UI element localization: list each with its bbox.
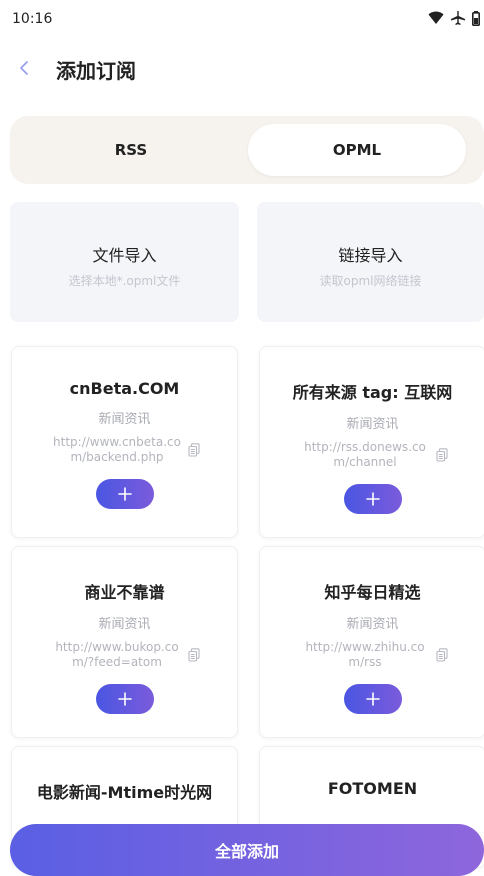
feed-card-cnbeta: cnBeta.COM 新闻资讯 http://www.cnbeta.com/ba… — [11, 346, 238, 538]
plus-icon — [365, 492, 380, 506]
source-type-tabs: RSS OPML — [10, 116, 484, 184]
status-bar: 10:16 — [0, 0, 484, 40]
add-feed-button[interactable] — [95, 684, 154, 714]
feed-name: 电影新闻-Mtime时光网 — [36, 783, 213, 802]
feed-url: http://www.zhihu.com/rss — [305, 640, 425, 669]
link-import-title: 链接导入 — [338, 246, 403, 265]
file-import-card[interactable]: 文件导入 选择本地*.opml文件 — [10, 202, 239, 322]
feed-name: FOTOMEN — [327, 779, 418, 798]
add-all-button[interactable]: 全部添加 — [10, 824, 484, 876]
copy-icon[interactable] — [188, 443, 200, 457]
chevron-left-icon — [20, 61, 28, 75]
status-time: 10:16 — [12, 11, 53, 27]
copy-icon[interactable] — [436, 648, 448, 662]
feed-category: 新闻资讯 — [98, 412, 151, 427]
feed-url: http://www.cnbeta.com/backend.php — [53, 435, 181, 464]
tab-rss[interactable]: RSS — [18, 124, 244, 176]
wifi-icon — [428, 11, 444, 24]
add-feed-button[interactable] — [343, 684, 402, 714]
feed-name: 商业不靠谱 — [84, 583, 165, 602]
copy-icon[interactable] — [436, 448, 448, 462]
feed-card-donews: 所有来源 tag: 互联网 新闻资讯 http://rss.donews.com… — [259, 346, 484, 538]
feed-category: 新闻资讯 — [346, 617, 399, 632]
feed-card-bukop: 商业不靠谱 新闻资讯 http://www.bukop.com/?feed=at… — [11, 546, 238, 738]
plus-icon — [365, 692, 380, 706]
feed-url: http://rss.donews.com/channel — [304, 440, 426, 469]
feed-category: 新闻资讯 — [98, 617, 151, 632]
file-import-subtitle: 选择本地*.opml文件 — [68, 274, 181, 288]
link-import-subtitle: 读取opml网络链接 — [319, 274, 422, 288]
feed-url: http://www.bukop.com/?feed=atom — [55, 640, 179, 669]
plus-icon — [117, 692, 132, 706]
airplane-icon — [451, 11, 465, 25]
feed-name: 所有来源 tag: 互联网 — [292, 383, 453, 402]
tab-opml[interactable]: OPML — [248, 124, 466, 176]
battery-icon — [472, 10, 480, 26]
add-feed-button[interactable] — [95, 479, 154, 509]
add-feed-button[interactable] — [343, 484, 402, 514]
page-title: 添加订阅 — [56, 59, 136, 83]
back-button[interactable] — [8, 50, 40, 86]
feed-category: 新闻资讯 — [346, 417, 399, 432]
feed-card-zhihu: 知乎每日精选 新闻资讯 http://www.zhihu.com/rss — [259, 546, 484, 738]
file-import-title: 文件导入 — [92, 246, 157, 265]
feed-name: 知乎每日精选 — [324, 583, 421, 602]
plus-icon — [117, 487, 132, 501]
app-header: 添加订阅 — [0, 50, 484, 86]
copy-icon[interactable] — [188, 648, 200, 662]
status-icons — [428, 10, 480, 26]
feed-name: cnBeta.COM — [69, 379, 180, 398]
link-import-card[interactable]: 链接导入 读取opml网络链接 — [257, 202, 484, 322]
